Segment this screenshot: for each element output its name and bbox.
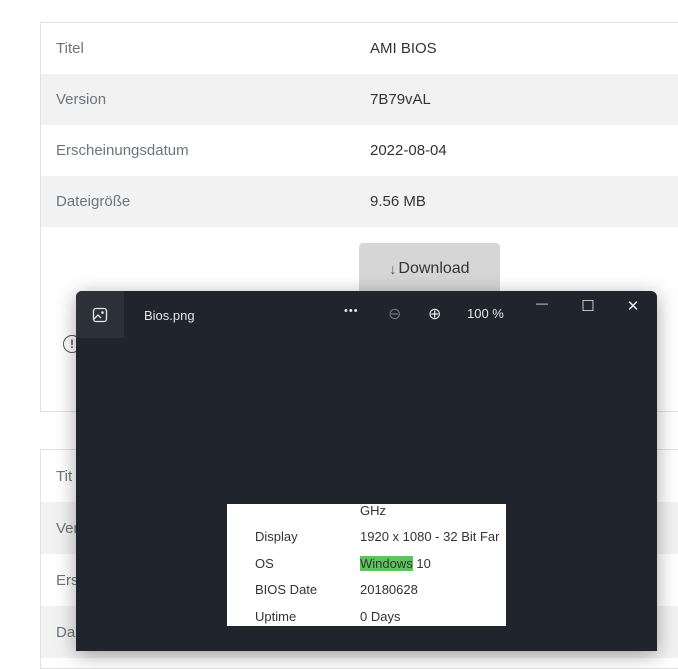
row-key: Da: [56, 624, 76, 641]
details-row-version: Version 7B79vAL: [41, 74, 678, 125]
row-value: AMI BIOS: [370, 40, 437, 57]
minimize-button[interactable]: —: [528, 296, 556, 310]
image-viewer-window: Bios.png ••• ⊖ ⊕ 100 % — ☐ ✕ GHz Display…: [76, 291, 657, 651]
row-value: 7B79vAL: [370, 91, 431, 108]
image-value: 0 Days: [360, 609, 401, 624]
row-key: Erscheinungsdatum: [56, 142, 189, 159]
download-button[interactable]: ↓ Download: [359, 243, 500, 295]
image-key: BIOS Date: [255, 582, 318, 597]
image-value-rest: 10: [412, 556, 431, 571]
row-key: Dateigröße: [56, 193, 131, 210]
row-value: 9.56 MB: [370, 193, 426, 210]
row-value: 2022-08-04: [370, 142, 447, 159]
image-value: 20180628: [360, 582, 418, 597]
file-name: Bios.png: [144, 308, 195, 323]
download-arrow-icon: ↓: [389, 261, 397, 277]
row-key: Tit: [56, 468, 73, 485]
maximize-button[interactable]: ☐: [574, 297, 602, 315]
image-value: 1920 x 1080 - 32 Bit Far: [360, 529, 500, 544]
image-key: OS: [255, 556, 274, 571]
more-options-button[interactable]: •••: [344, 305, 359, 317]
displayed-image: GHz Display 1920 x 1080 - 32 Bit Far OS …: [227, 504, 506, 626]
highlighted-text: Windows: [360, 556, 413, 571]
close-button[interactable]: ✕: [619, 297, 647, 315]
details-row-title: Titel AMI BIOS: [41, 23, 678, 74]
row-key: Version: [56, 91, 107, 108]
zoom-in-button[interactable]: ⊕: [428, 304, 441, 324]
image-key: Display: [255, 529, 298, 544]
row-key: Titel: [56, 40, 84, 57]
details-row-release-date: Erscheinungsdatum 2022-08-04: [41, 125, 678, 176]
gallery-icon: [92, 307, 108, 322]
image-key: Uptime: [255, 609, 297, 624]
image-value: Windows 10: [360, 556, 431, 571]
image-value: GHz: [360, 504, 386, 518]
zoom-out-button[interactable]: ⊖: [388, 304, 401, 324]
details-row-file-size: Dateigröße 9.56 MB: [41, 176, 678, 227]
gallery-button[interactable]: [76, 291, 124, 338]
download-label: Download: [398, 260, 470, 277]
zoom-level: 100 %: [467, 306, 504, 321]
